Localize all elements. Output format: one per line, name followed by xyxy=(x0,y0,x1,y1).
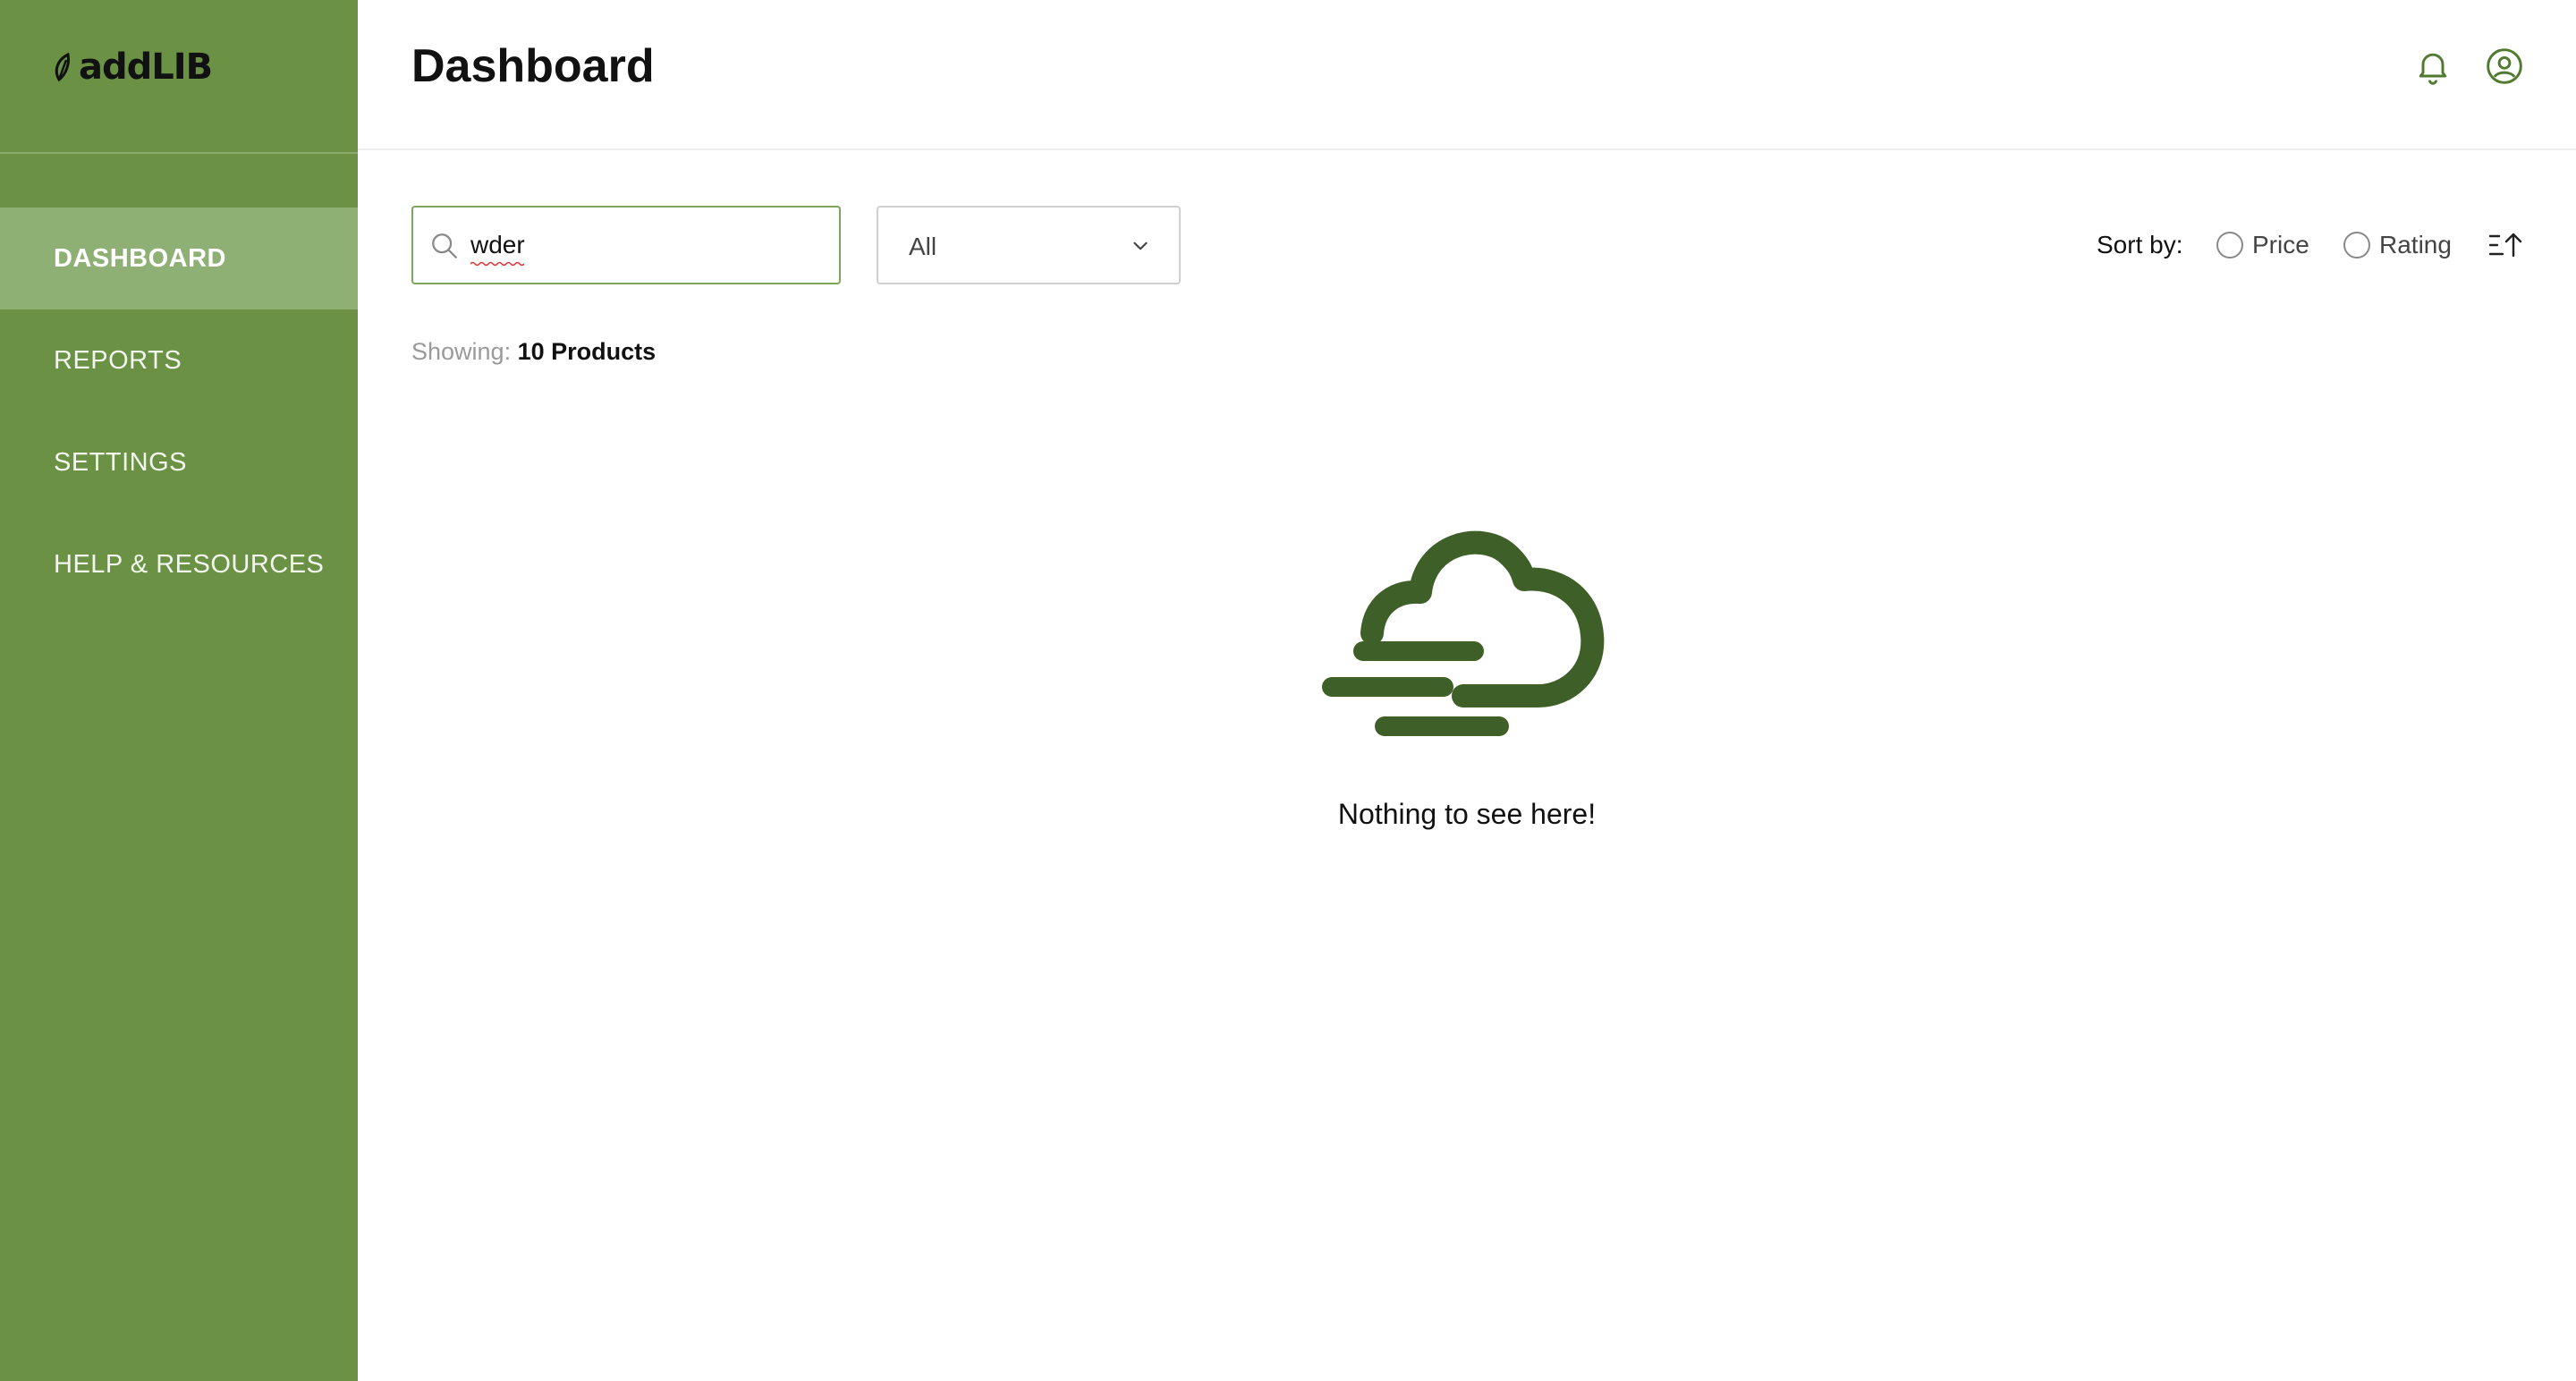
sort-option-price-label: Price xyxy=(2252,231,2309,258)
empty-state-message: Nothing to see here! xyxy=(1337,798,1597,830)
logo-text: addLIB xyxy=(79,47,213,88)
bell-icon[interactable] xyxy=(2413,47,2453,86)
sort-label: Sort by: xyxy=(2097,231,2183,258)
showing-label: Showing: xyxy=(411,338,512,365)
category-select-value: All xyxy=(909,233,937,260)
user-circle-icon[interactable] xyxy=(2485,47,2524,86)
sort-option-price[interactable]: Price xyxy=(2216,227,2309,263)
page-title: Dashboard xyxy=(411,40,655,92)
logo[interactable]: addLIB xyxy=(52,45,213,89)
sidebar-item-settings[interactable]: SETTINGS xyxy=(0,411,358,513)
sidebar-divider xyxy=(0,152,358,154)
top-header: Dashboard xyxy=(358,0,2576,150)
sidebar: addLIB DASHBOARD REPORTS SETTINGS HELP &… xyxy=(0,0,358,1381)
sidebar-item-dashboard[interactable]: DASHBOARD xyxy=(0,208,358,309)
search-input[interactable] xyxy=(470,208,828,283)
sort-ascending-icon[interactable] xyxy=(2488,231,2524,259)
radio-price[interactable] xyxy=(2216,232,2243,258)
chevron-down-icon xyxy=(1133,241,1148,250)
results-summary: Showing: 10 Products xyxy=(411,338,656,366)
cloud-icon xyxy=(1322,530,1605,736)
showing-count: 10 Products xyxy=(517,338,657,365)
sort-option-rating[interactable]: Rating xyxy=(2343,227,2452,263)
spellcheck-underline xyxy=(470,261,524,267)
logo-leaf-icon xyxy=(55,52,70,82)
radio-rating[interactable] xyxy=(2343,232,2370,258)
search-box[interactable] xyxy=(411,206,841,284)
sort-option-rating-label: Rating xyxy=(2379,231,2452,258)
search-icon xyxy=(432,233,457,258)
category-select[interactable]: All xyxy=(877,206,1181,284)
sidebar-nav: DASHBOARD REPORTS SETTINGS HELP & RESOUR… xyxy=(0,208,358,615)
sidebar-item-help-resources[interactable]: HELP & RESOURCES xyxy=(0,513,358,615)
sidebar-item-reports[interactable]: REPORTS xyxy=(0,309,358,411)
app-root: addLIB DASHBOARD REPORTS SETTINGS HELP &… xyxy=(0,0,2576,1381)
